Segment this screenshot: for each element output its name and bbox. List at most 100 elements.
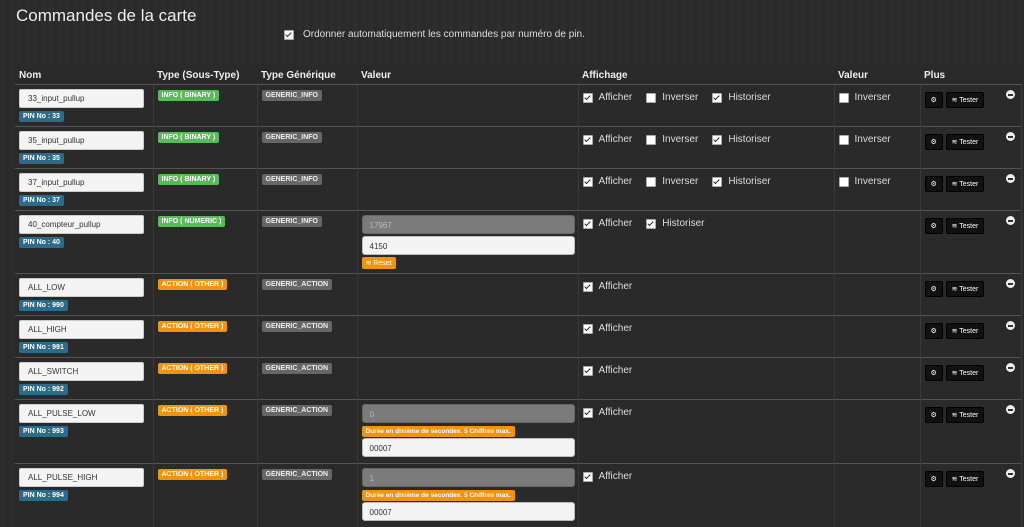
config-button[interactable]: ⚙ (925, 281, 943, 297)
remove-icon[interactable] (1006, 321, 1015, 330)
afficher-checkbox[interactable] (583, 93, 593, 103)
afficher-option[interactable]: Afficher (583, 407, 633, 418)
config-button[interactable]: ⚙ (925, 365, 943, 381)
afficher-checkbox[interactable] (583, 472, 593, 482)
afficher-label: Afficher (599, 134, 633, 145)
value-inverser-checkbox[interactable] (839, 135, 849, 145)
afficher-checkbox[interactable] (583, 324, 593, 334)
value-inverser-checkbox[interactable] (839, 177, 849, 187)
value-input[interactable]: 00007 (362, 502, 575, 521)
tester-button[interactable]: ≋ Tester (946, 471, 985, 487)
command-name-input[interactable]: ALL_LOW (19, 278, 144, 297)
inverser-option[interactable]: Inverser (646, 176, 698, 187)
afficher-label: Afficher (599, 323, 633, 334)
rss-icon: ≋ (952, 370, 958, 377)
command-name-input[interactable]: ALL_SWITCH (19, 362, 144, 381)
afficher-label: Afficher (599, 176, 633, 187)
current-value-field: 0 (362, 404, 575, 423)
tester-button[interactable]: ≋ Tester (946, 134, 985, 150)
historiser-checkbox[interactable] (712, 177, 722, 187)
command-name-input[interactable]: 37_input_pullup (19, 173, 144, 192)
afficher-checkbox[interactable] (583, 282, 593, 292)
value-input[interactable]: 00007 (362, 438, 575, 457)
historiser-option[interactable]: Historiser (712, 92, 770, 103)
remove-icon[interactable] (1006, 279, 1015, 288)
afficher-checkbox[interactable] (583, 177, 593, 187)
historiser-option[interactable]: Historiser (712, 134, 770, 145)
command-name-input[interactable]: ALL_PULSE_HIGH (19, 468, 144, 487)
inverser-label: Inverser (662, 92, 698, 103)
value-inverser-checkbox[interactable] (839, 93, 849, 103)
afficher-checkbox[interactable] (583, 408, 593, 418)
col-valeur: Valeur (357, 64, 578, 85)
value-inverser-option[interactable]: Inverser (839, 134, 891, 145)
afficher-option[interactable]: Afficher (583, 471, 633, 482)
historiser-option[interactable]: Historiser (712, 176, 770, 187)
remove-icon[interactable] (1006, 216, 1015, 225)
historiser-checkbox[interactable] (712, 93, 722, 103)
autosort-option[interactable]: Ordonner automatiquement les commandes p… (284, 29, 585, 40)
remove-icon[interactable] (1006, 132, 1015, 141)
tester-button[interactable]: ≋ Tester (946, 281, 985, 297)
remove-icon[interactable] (1006, 469, 1015, 478)
col-generic: Type Générique (257, 64, 357, 85)
inverser-option[interactable]: Inverser (646, 134, 698, 145)
config-button[interactable]: ⚙ (925, 471, 943, 487)
tester-button[interactable]: ≋ Tester (946, 323, 985, 339)
afficher-option[interactable]: Afficher (583, 281, 633, 292)
inverser-option[interactable]: Inverser (646, 92, 698, 103)
tester-label: Tester (959, 286, 978, 293)
historiser-label: Historiser (728, 176, 770, 187)
command-name-input[interactable]: 35_input_pullup (19, 131, 144, 150)
historiser-option[interactable]: Historiser (646, 218, 704, 229)
historiser-checkbox[interactable] (646, 219, 656, 229)
afficher-checkbox[interactable] (583, 366, 593, 376)
generic-type-badge: GENERIC_INFO (262, 132, 323, 143)
config-button[interactable]: ⚙ (925, 323, 943, 339)
col-type: Type (Sous-Type) (153, 64, 257, 85)
afficher-option[interactable]: Afficher (583, 365, 633, 376)
inverser-checkbox[interactable] (646, 177, 656, 187)
tester-button[interactable]: ≋ Tester (946, 218, 985, 234)
historiser-checkbox[interactable] (712, 135, 722, 145)
afficher-option[interactable]: Afficher (583, 176, 633, 187)
afficher-option[interactable]: Afficher (583, 218, 633, 229)
afficher-label: Afficher (599, 407, 633, 418)
remove-icon[interactable] (1006, 90, 1015, 99)
afficher-option[interactable]: Afficher (583, 92, 633, 103)
rss-icon: ≋ (952, 139, 958, 146)
config-button[interactable]: ⚙ (925, 92, 943, 108)
afficher-option[interactable]: Afficher (583, 323, 633, 334)
config-button[interactable]: ⚙ (925, 407, 943, 423)
inverser-checkbox[interactable] (646, 93, 656, 103)
command-name-input[interactable]: ALL_PULSE_LOW (19, 404, 144, 423)
autosort-checkbox[interactable] (284, 30, 294, 40)
command-name-input[interactable]: 33_input_pullup (19, 89, 144, 108)
generic-type-badge: GENERIC_ACTION (262, 469, 333, 480)
tester-button[interactable]: ≋ Tester (946, 176, 985, 192)
afficher-option[interactable]: Afficher (583, 134, 633, 145)
value-inverser-option[interactable]: Inverser (839, 176, 891, 187)
tester-button[interactable]: ≋ Tester (946, 92, 985, 108)
duration-hint: Durée en dixième de secondes. 5 Chiffres… (362, 490, 515, 501)
config-button[interactable]: ⚙ (925, 176, 943, 192)
generic-type-badge: GENERIC_INFO (262, 216, 323, 227)
reset-button[interactable]: ≋ Reset (362, 257, 396, 269)
commands-table: Nom Type (Sous-Type) Type Générique Vale… (15, 64, 1022, 527)
afficher-checkbox[interactable] (583, 219, 593, 229)
inverser-checkbox[interactable] (646, 135, 656, 145)
command-name-input[interactable]: ALL_HIGH (19, 320, 144, 339)
value-inverser-label: Inverser (855, 92, 891, 103)
command-name-input[interactable]: 40_compteur_pullup (19, 215, 144, 234)
afficher-checkbox[interactable] (583, 135, 593, 145)
value-inverser-option[interactable]: Inverser (839, 92, 891, 103)
config-button[interactable]: ⚙ (925, 134, 943, 150)
type-badge: INFO ( BINARY ) (158, 174, 220, 185)
remove-icon[interactable] (1006, 174, 1015, 183)
remove-icon[interactable] (1006, 363, 1015, 372)
value-input[interactable]: 4150 (362, 236, 575, 255)
config-button[interactable]: ⚙ (925, 218, 943, 234)
tester-button[interactable]: ≋ Tester (946, 365, 985, 381)
remove-icon[interactable] (1006, 405, 1015, 414)
tester-button[interactable]: ≋ Tester (946, 407, 985, 423)
